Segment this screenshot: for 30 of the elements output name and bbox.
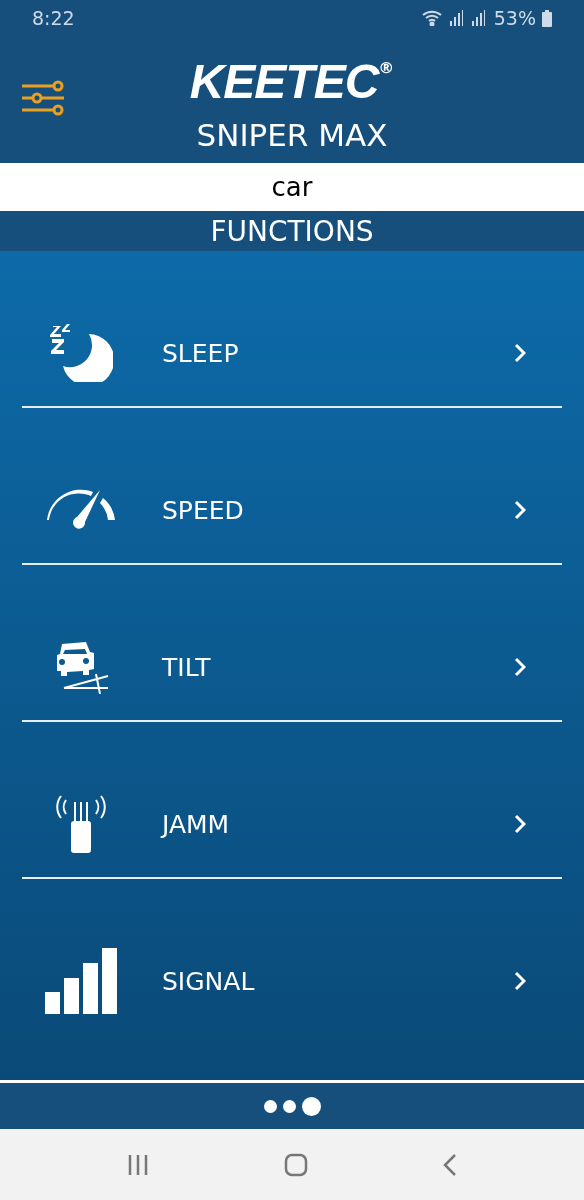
- status-time: 8:22: [32, 7, 75, 29]
- chevron-right-icon: [514, 971, 526, 991]
- function-item[interactable]: SLEEP: [162, 338, 514, 368]
- page-dot[interactable]: [263, 1099, 277, 1113]
- chevron-right-icon: [514, 814, 526, 834]
- settings-sliders-icon[interactable]: [22, 80, 64, 116]
- cell-signal-icon: [449, 10, 466, 26]
- brand-logo: KEETEC: [189, 56, 379, 108]
- home-icon[interactable]: [284, 1152, 308, 1177]
- chevron-right-icon: [514, 500, 526, 520]
- back-icon[interactable]: [442, 1152, 457, 1177]
- speedometer-icon: [45, 488, 117, 532]
- model-name: SNIPER MAX: [196, 116, 388, 154]
- page-dot[interactable]: [301, 1096, 321, 1116]
- function-item[interactable]: SPEED: [162, 495, 514, 525]
- function-item[interactable]: TILT: [162, 652, 514, 682]
- battery-icon: [542, 9, 552, 27]
- function-item[interactable]: SIGNAL: [162, 966, 514, 996]
- wifi-icon: [421, 10, 444, 26]
- battery-percent: 53%: [493, 7, 536, 29]
- page-dot[interactable]: [282, 1099, 296, 1113]
- section-title: FUNCTIONS: [210, 214, 374, 248]
- recent-apps-icon[interactable]: [127, 1154, 150, 1175]
- cell-signal-icon: [471, 10, 488, 26]
- device-name: car: [271, 172, 313, 202]
- moon-icon: [49, 324, 113, 382]
- chevron-right-icon: [514, 343, 526, 363]
- function-item[interactable]: JAMM: [162, 809, 514, 839]
- signal-bars-icon: [45, 948, 117, 1014]
- chevron-right-icon: [514, 657, 526, 677]
